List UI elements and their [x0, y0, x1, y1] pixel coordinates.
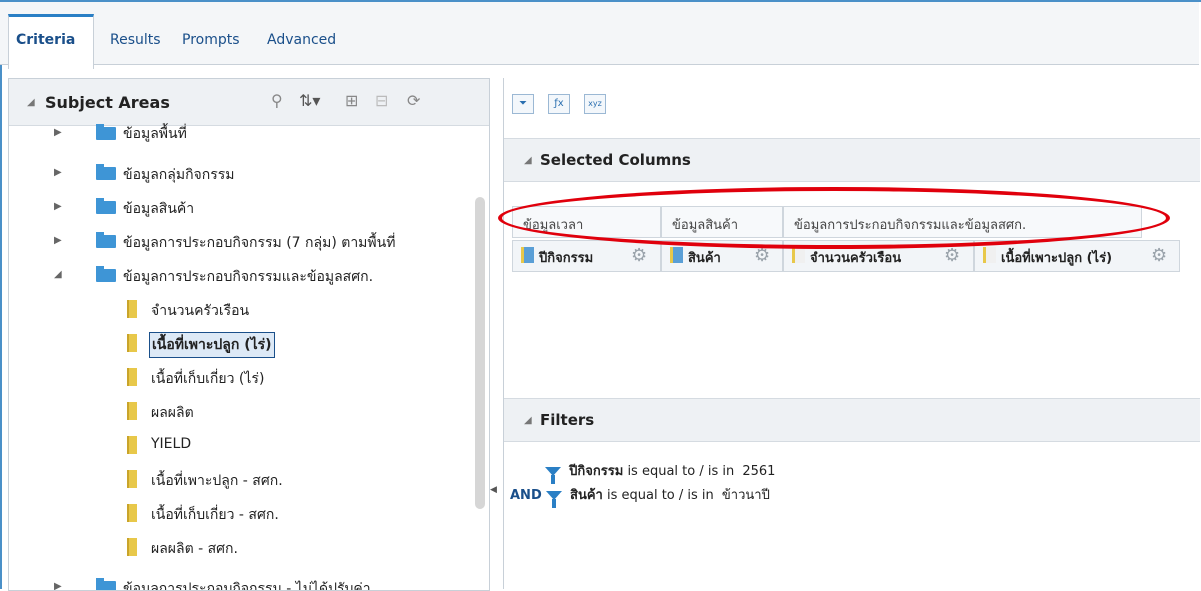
- tree-column-harvested-area[interactable]: เนื้อที่เก็บเกี่ยว (ไร่): [9, 363, 479, 393]
- filter-and-operator[interactable]: AND: [510, 488, 542, 503]
- collapse-triangle-icon[interactable]: ◢: [524, 155, 532, 166]
- tree-item-label: เนื้อที่เก็บเกี่ยว - สศก.: [151, 507, 279, 523]
- tab-advanced[interactable]: Advanced: [267, 32, 336, 48]
- pane-collapse-handle[interactable]: ◀: [490, 485, 497, 505]
- selected-column-label: จำนวนครัวเรือน: [810, 251, 902, 266]
- selected-columns-header: ◢ Selected Columns: [504, 138, 1200, 182]
- filter-value: ข้าวนาปี: [721, 488, 770, 503]
- selected-column[interactable]: ปีกิจกรรม ⚙: [512, 240, 661, 272]
- criteria-pane: ⏷ ƒx xyz ◢ Selected Columns ◢ Filters: [503, 78, 1200, 589]
- column-icon: [792, 247, 805, 263]
- folder-icon: [96, 232, 116, 248]
- xyz-icon[interactable]: xyz: [584, 94, 606, 114]
- column-icon: [127, 436, 137, 454]
- filter-funnel-icon: [545, 467, 561, 484]
- folder-icon: [96, 266, 116, 282]
- tab-prompts[interactable]: Prompts: [182, 32, 240, 48]
- filter-item[interactable]: AND สินค้า is equal to / is in ข้าวนาปี: [510, 484, 770, 508]
- filter-value: 2561: [742, 464, 776, 479]
- filter-column: ปีกิจกรรม: [569, 464, 624, 479]
- tree-folder-area[interactable]: ▶ ข้อมูลพื้นที่: [9, 124, 479, 155]
- column-icon: [127, 334, 137, 352]
- tree-column-yield[interactable]: YIELD: [9, 431, 479, 461]
- tree-item-label: เนื้อที่เพาะปลูก - สศก.: [151, 473, 283, 489]
- column-icon: [127, 538, 137, 556]
- filter-operator: is equal to / is in: [627, 464, 735, 479]
- gear-icon[interactable]: ⚙: [944, 245, 960, 266]
- gear-icon[interactable]: ⚙: [1151, 245, 1167, 266]
- filters-header: ◢ Filters: [504, 398, 1200, 442]
- sort-icon[interactable]: ⇅▾: [299, 91, 320, 110]
- tree-column-harvested-area-oae[interactable]: เนื้อที่เก็บเกี่ยว - สศก.: [9, 499, 479, 529]
- tree-item-label: เนื้อที่เก็บเกี่ยว (ไร่): [151, 371, 265, 387]
- column-icon: [127, 470, 137, 488]
- column-icon: [127, 402, 137, 420]
- folder-icon: [96, 578, 116, 590]
- tab-results[interactable]: Results: [110, 32, 161, 48]
- refresh-icon[interactable]: ⟳: [407, 91, 420, 110]
- collapse-triangle-icon[interactable]: ◢: [524, 415, 532, 426]
- tree-column-planted-area[interactable]: เนื้อที่เพาะปลูก (ไร่): [9, 329, 479, 359]
- filter-column: สินค้า: [570, 488, 603, 503]
- column-icon: [670, 247, 683, 263]
- selected-column-label: สินค้า: [688, 251, 721, 266]
- column-icon: [127, 504, 137, 522]
- filter-toolbar-icon[interactable]: ⏷: [512, 94, 534, 114]
- filters-title: Filters: [540, 411, 595, 429]
- selected-column-label: ปีกิจกรรม: [539, 251, 594, 266]
- selected-column[interactable]: เนื้อที่เพาะปลูก (ไร่) ⚙: [974, 240, 1180, 272]
- tree-item-label: จำนวนครัวเรือน: [151, 303, 250, 319]
- expand-arrow-icon[interactable]: ▶: [54, 581, 62, 590]
- filter-operator: is equal to / is in: [606, 488, 714, 503]
- filter-item[interactable]: ปีกิจกรรม is equal to / is in 2561: [545, 460, 776, 484]
- subject-areas-pane: ◢ Subject Areas ⚲ ⇅▾ ⊞ ⊟ ⟳ ▶ ข้อมูลพื้นท…: [8, 78, 490, 591]
- tab-bar: Criteria Results Prompts Advanced: [0, 2, 1199, 69]
- tree-item-label: ข้อมูลพื้นที่: [123, 126, 187, 142]
- tree-item-label-selected: เนื้อที่เพาะปลูก (ไร่): [149, 332, 275, 358]
- annotation-oval: [498, 187, 1170, 249]
- tree-item-label: YIELD: [151, 436, 192, 452]
- collapse-arrow-icon[interactable]: ◢: [54, 269, 62, 280]
- expand-arrow-icon[interactable]: ▶: [54, 167, 62, 178]
- selected-column-label: เนื้อที่เพาะปลูก (ไร่): [1001, 251, 1113, 266]
- tree-column-households[interactable]: จำนวนครัวเรือน: [9, 295, 479, 325]
- selected-columns-title: Selected Columns: [540, 151, 691, 169]
- expand-arrow-icon[interactable]: ▶: [54, 127, 62, 138]
- tab-criteria[interactable]: Criteria: [16, 32, 76, 48]
- folder-icon: [96, 164, 116, 180]
- tree-item-label: ข้อมูลการประกอบกิจกรรมและข้อมูลสศก.: [123, 269, 374, 285]
- folder-icon: [96, 124, 116, 140]
- tree-item-label: ผลผลิต: [151, 405, 194, 421]
- column-icon: [127, 300, 137, 318]
- tree-folder-activity-oae[interactable]: ◢ ข้อมูลการประกอบกิจกรรมและข้อมูลสศก.: [9, 261, 479, 291]
- collapse-all-icon[interactable]: ⊟: [375, 91, 388, 110]
- tree-folder-product[interactable]: ▶ ข้อมูลสินค้า: [9, 193, 479, 223]
- tree-column-planted-area-oae[interactable]: เนื้อที่เพาะปลูก - สศก.: [9, 465, 479, 495]
- tree-folder-activity-unadjusted[interactable]: ▶ ข้อมูลการประกอบกิจกรรม - ไม่ได้ปรับค่า: [9, 573, 479, 591]
- tree-column-output-oae[interactable]: ผลผลิต - สศก.: [9, 533, 479, 563]
- tree-folder-activity-7-groups[interactable]: ▶ ข้อมูลการประกอบกิจกรรม (7 กลุ่ม) ตามพื…: [9, 227, 479, 257]
- folder-icon: [96, 198, 116, 214]
- column-icon: [521, 247, 534, 263]
- tree-folder-activity-group[interactable]: ▶ ข้อมูลกลุ่มกิจกรรม: [9, 159, 479, 189]
- expand-arrow-icon[interactable]: ▶: [54, 235, 62, 246]
- column-icon: [983, 247, 996, 263]
- column-icon: [127, 368, 137, 386]
- tree-item-label: ข้อมูลการประกอบกิจกรรม - ไม่ได้ปรับค่า: [123, 581, 371, 591]
- tree-item-label: ข้อมูลกลุ่มกิจกรรม: [123, 167, 235, 183]
- search-icon[interactable]: ⚲: [271, 91, 283, 110]
- tree-column-output[interactable]: ผลผลิต: [9, 397, 479, 427]
- tree-item-label: ข้อมูลการประกอบกิจกรรม (7 กลุ่ม) ตามพื้น…: [123, 235, 396, 251]
- subject-areas-title: Subject Areas: [45, 93, 170, 112]
- expand-all-icon[interactable]: ⊞: [345, 91, 358, 110]
- tree-item-label: ข้อมูลสินค้า: [123, 201, 195, 217]
- tree-scrollbar[interactable]: [475, 197, 485, 509]
- tree-item-label: ผลผลิต - สศก.: [151, 541, 238, 557]
- subject-areas-header: ◢ Subject Areas ⚲ ⇅▾ ⊞ ⊟ ⟳: [9, 79, 489, 126]
- filter-funnel-icon: [545, 491, 562, 508]
- edit-formula-icon[interactable]: ƒx: [548, 94, 570, 114]
- collapse-triangle-icon[interactable]: ◢: [27, 97, 35, 108]
- expand-arrow-icon[interactable]: ▶: [54, 201, 62, 212]
- gear-icon[interactable]: ⚙: [631, 245, 647, 266]
